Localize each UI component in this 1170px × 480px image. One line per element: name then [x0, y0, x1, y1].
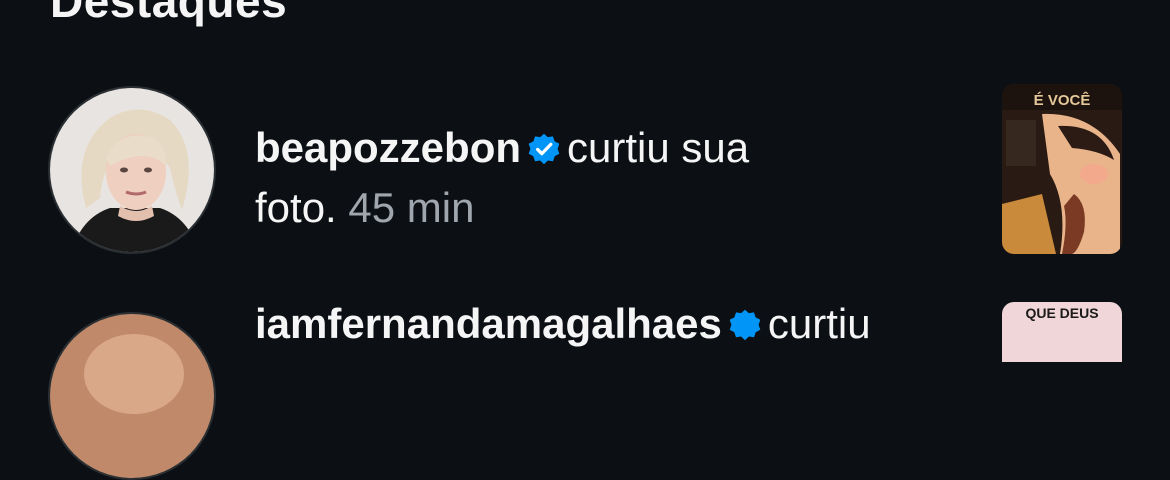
action-text: curtiu — [767, 300, 871, 347]
thumbnail-caption: É VOCÊ — [1034, 91, 1091, 109]
action-text-cont: foto. — [255, 184, 337, 231]
post-thumbnail[interactable]: QUE DEUS — [1002, 302, 1122, 472]
section-title: Destaques — [50, 0, 288, 27]
verified-badge-icon — [728, 300, 762, 356]
username[interactable]: beapozzebon — [255, 124, 521, 171]
timestamp: 45 min — [348, 184, 475, 231]
post-thumbnail[interactable]: É VOCÊ — [1002, 84, 1122, 254]
thumbnail-caption: QUE DEUS — [1025, 305, 1098, 321]
notification-text: beapozzebon curtiu sua foto. 45 min — [255, 120, 955, 236]
verified-badge-icon — [527, 124, 561, 180]
notification-text: iamfernandamagalhaes curtiu — [255, 296, 955, 356]
notification-item[interactable]: iamfernandamagalhaes curtiu QUE DEUS — [0, 290, 1170, 480]
username[interactable]: iamfernandamagalhaes — [255, 300, 722, 347]
user-avatar[interactable] — [48, 312, 216, 480]
user-avatar[interactable] — [48, 86, 216, 254]
notification-item[interactable]: beapozzebon curtiu sua foto. 45 min É VOC… — [0, 84, 1170, 254]
action-text: curtiu sua — [567, 124, 750, 171]
